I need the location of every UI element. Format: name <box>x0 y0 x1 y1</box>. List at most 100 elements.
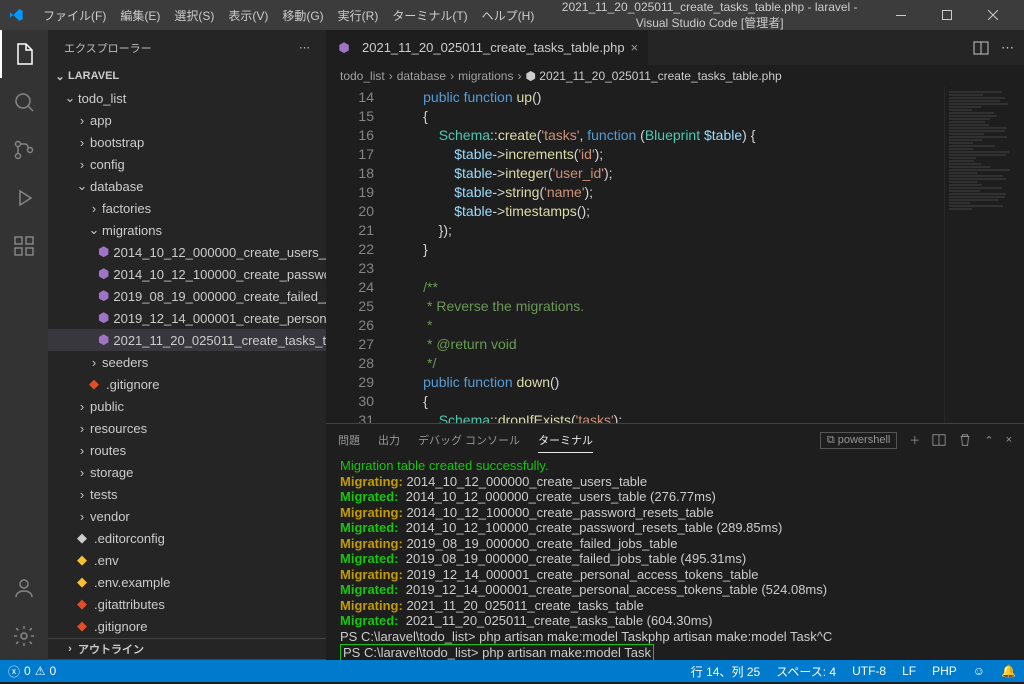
statusbar: ⓧ 0 ⚠ 0 行 14、列 25 スペース: 4 UTF-8 LF PHP ☺… <box>0 660 1024 682</box>
close-panel-icon[interactable]: × <box>1006 434 1012 446</box>
tree-item[interactable]: ›factories <box>48 197 326 219</box>
status-cursor[interactable]: 行 14、列 25 <box>683 660 768 682</box>
chevron-icon: › <box>74 465 90 480</box>
tree-item[interactable]: ◆.env <box>48 549 326 571</box>
status-eol[interactable]: LF <box>894 660 924 682</box>
source-control-icon[interactable] <box>0 126 48 174</box>
maximize-panel-icon[interactable]: ⌃ <box>984 434 993 447</box>
terminal-line: Migration table created successfully. <box>340 458 1010 474</box>
tree-item[interactable]: ›routes <box>48 439 326 461</box>
tree-item[interactable]: ⬢2019_12_14_000001_create_personal_acces… <box>48 307 326 329</box>
breadcrumb-item[interactable]: database <box>397 69 446 83</box>
tree-item[interactable]: ⬢2019_08_19_000000_create_failed_jobs_ta… <box>48 285 326 307</box>
explorer-icon[interactable] <box>0 30 48 78</box>
menu-item[interactable]: ターミナル(T) <box>385 0 474 30</box>
chevron-icon: › <box>74 509 90 524</box>
breadcrumb-item[interactable]: ⬢ 2021_11_20_025011_create_tasks_table.p… <box>525 69 781 83</box>
search-icon[interactable] <box>0 78 48 126</box>
tree-item[interactable]: ⬢2014_10_12_100000_create_password_reset… <box>48 263 326 285</box>
close-button[interactable] <box>970 0 1016 30</box>
window-controls <box>878 0 1016 30</box>
tree-item[interactable]: ›public <box>48 395 326 417</box>
panel-actions: ⧉ powershell ＋ ⌃ × <box>820 432 1012 449</box>
file-icon: ◆ <box>74 530 90 546</box>
tree-item[interactable]: ⌄todo_list <box>48 87 326 109</box>
tree-item[interactable]: ›seeders <box>48 351 326 373</box>
tree-item[interactable]: ◆.gitignore <box>48 615 326 637</box>
terminal-line: Migrating: 2019_12_14_000001_create_pers… <box>340 567 1010 583</box>
tree-item[interactable]: ◆.gitignore <box>48 373 326 395</box>
tree-item[interactable]: ◆.gitattributes <box>48 593 326 615</box>
minimap[interactable] <box>944 87 1024 423</box>
tree-item-label: database <box>90 179 144 194</box>
terminal-line: Migrating: 2019_08_19_000000_create_fail… <box>340 536 1010 552</box>
chevron-icon: › <box>74 135 90 150</box>
menu-item[interactable]: 編集(E) <box>113 0 167 30</box>
close-tab-icon[interactable]: × <box>631 40 639 55</box>
status-errors[interactable]: ⓧ 0 ⚠ 0 <box>0 660 64 682</box>
new-terminal-icon[interactable]: ＋ <box>909 432 920 448</box>
breadcrumb-item[interactable]: todo_list <box>340 69 385 83</box>
status-encoding[interactable]: UTF-8 <box>844 660 894 682</box>
debug-icon[interactable] <box>0 174 48 222</box>
trash-icon[interactable] <box>958 433 972 447</box>
split-terminal-icon[interactable] <box>932 433 946 447</box>
status-spaces[interactable]: スペース: 4 <box>768 660 844 682</box>
chevron-icon: ⌄ <box>62 90 78 106</box>
tree-item-label: 2014_10_12_000000_create_users_table.php <box>113 245 326 260</box>
panel-tab[interactable]: 問題 <box>338 428 360 452</box>
tree-item[interactable]: ›tests <box>48 483 326 505</box>
outline-section[interactable]: ›アウトライン <box>48 638 326 660</box>
breadcrumb-item[interactable]: migrations <box>458 69 513 83</box>
status-feedback-icon[interactable]: ☺ <box>965 660 993 682</box>
tree-item[interactable]: ◆.editorconfig <box>48 527 326 549</box>
menu-item[interactable]: ヘルプ(H) <box>475 0 542 30</box>
split-icon[interactable] <box>973 40 989 56</box>
tree-item[interactable]: ⌄migrations <box>48 219 326 241</box>
account-icon[interactable] <box>0 564 48 612</box>
panel-tab[interactable]: ターミナル <box>538 428 593 453</box>
maximize-button[interactable] <box>924 0 970 30</box>
project-section-label: LARAVEL <box>68 70 119 82</box>
tree-item[interactable]: ›storage <box>48 461 326 483</box>
tree-item[interactable]: ›vendor <box>48 505 326 527</box>
tree-item[interactable]: ›config <box>48 153 326 175</box>
tree-item[interactable]: ›bootstrap <box>48 131 326 153</box>
status-bell-icon[interactable]: 🔔 <box>993 660 1024 682</box>
editor-tabs: ⬢ 2021_11_20_025011_create_tasks_table.p… <box>326 30 1024 65</box>
status-lang[interactable]: PHP <box>924 660 965 682</box>
tree-item-label: tests <box>90 487 117 502</box>
tree-item[interactable]: ⬢ 2014_10_12_000000_create_users_table.ph… <box>48 241 326 263</box>
shell-select[interactable]: ⧉ powershell <box>820 432 898 449</box>
breadcrumbs[interactable]: todo_list›database›migrations›⬢ 2021_11_… <box>326 65 1024 87</box>
code-editor[interactable]: 1415161718192021222324252627282930313233… <box>326 87 1024 423</box>
php-icon: ⬢ <box>98 266 109 282</box>
tree-item[interactable]: ⬢2021_11_20_025011_create_tasks_table.ph… <box>48 329 326 351</box>
menu-item[interactable]: 実行(R) <box>331 0 386 30</box>
terminal[interactable]: Migration table created successfully. Mig… <box>326 456 1024 660</box>
menu-item[interactable]: 表示(V) <box>221 0 275 30</box>
more-icon[interactable]: ⋯ <box>299 41 310 54</box>
menu-item[interactable]: ファイル(F) <box>36 0 113 30</box>
minimize-button[interactable] <box>878 0 924 30</box>
tree-item[interactable]: ›resources <box>48 417 326 439</box>
php-icon: ⬢ <box>98 332 109 348</box>
outline-label: アウトライン <box>78 641 144 657</box>
project-section[interactable]: ⌄LARAVEL <box>48 65 326 87</box>
panel-tab[interactable]: デバッグ コンソール <box>418 428 520 452</box>
extensions-icon[interactable] <box>0 222 48 270</box>
code-lines[interactable]: public function up() { Schema::create('t… <box>392 87 944 423</box>
php-icon: ⬢ <box>98 244 109 260</box>
menu-item[interactable]: 選択(S) <box>167 0 221 30</box>
tree-item[interactable]: ◆.env.example <box>48 571 326 593</box>
settings-icon[interactable] <box>0 612 48 660</box>
more-icon[interactable]: ⋯ <box>1001 40 1014 56</box>
titlebar: ファイル(F)編集(E)選択(S)表示(V)移動(G)実行(R)ターミナル(T)… <box>0 0 1024 30</box>
tree-item-label: vendor <box>90 509 130 524</box>
menu-item[interactable]: 移動(G) <box>275 0 330 30</box>
panel-tab[interactable]: 出力 <box>378 428 400 452</box>
tree-item[interactable]: ›app <box>48 109 326 131</box>
chevron-icon: ⌄ <box>74 178 90 194</box>
tree-item[interactable]: ⌄database <box>48 175 326 197</box>
tab-active[interactable]: ⬢ 2021_11_20_025011_create_tasks_table.p… <box>326 30 649 65</box>
